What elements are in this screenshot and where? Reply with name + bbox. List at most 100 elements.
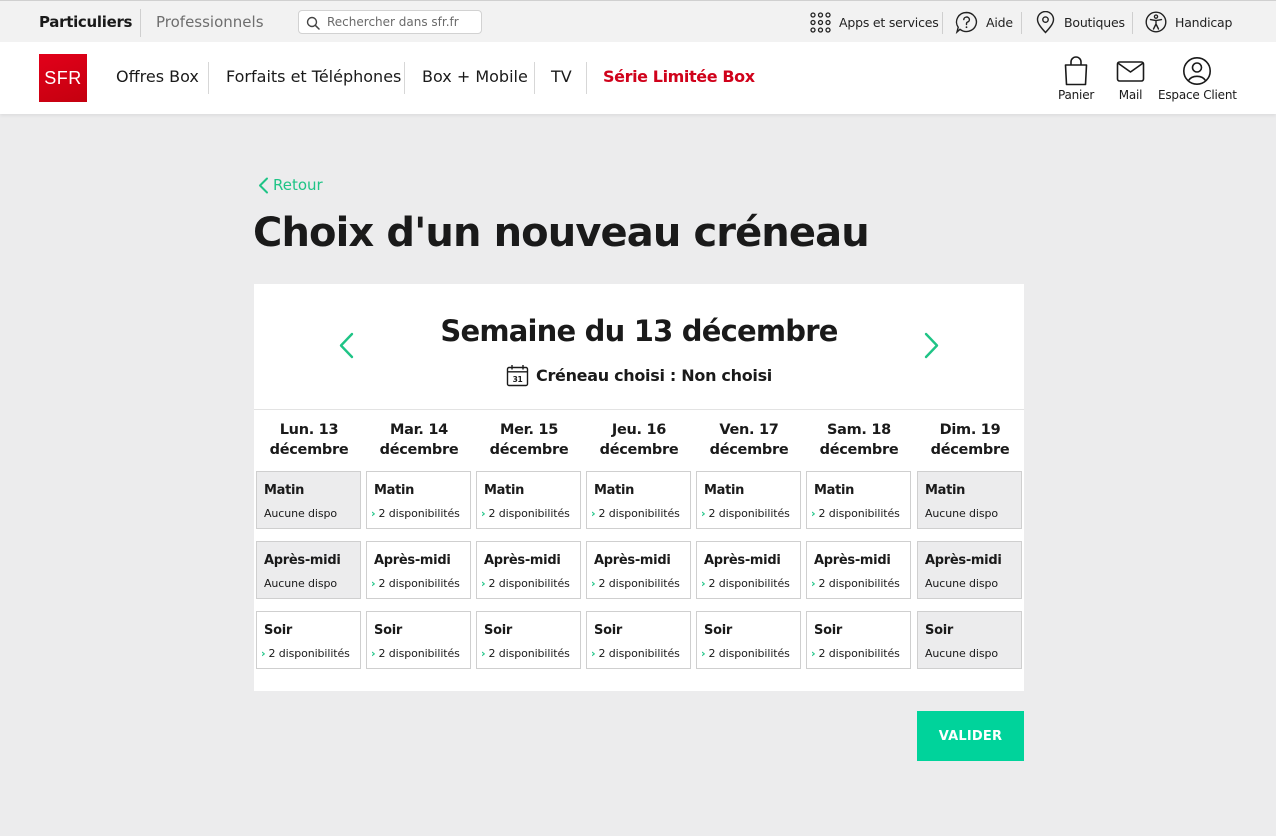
shopping-bag-icon: [1064, 56, 1088, 86]
slot-availability-text: 2 disponibilités: [488, 577, 570, 590]
slot-availability-text: 2 disponibilités: [268, 647, 350, 660]
chevron-right-icon: [924, 332, 939, 359]
segment-professionnels[interactable]: Professionnels: [156, 13, 264, 31]
slot-cell[interactable]: Matin › 2 disponibilités: [476, 471, 581, 529]
day-month: décembre: [819, 442, 899, 458]
week-title: Semaine du 13 décembre: [440, 314, 838, 348]
slot-cell[interactable]: Matin › 2 disponibilités: [366, 471, 471, 529]
segment-particuliers[interactable]: Particuliers: [39, 13, 132, 31]
slot-availability: › 2 disponibilités: [701, 647, 790, 660]
chevron-right-icon: ›: [371, 507, 376, 520]
slot-cell[interactable]: Soir › 2 disponibilités: [586, 611, 691, 669]
day-name: Lun. 13: [279, 422, 339, 438]
slot-availability-text: Aucune dispo: [264, 577, 338, 590]
chevron-right-icon: ›: [591, 577, 596, 590]
slot-availability-text: 2 disponibilités: [488, 507, 570, 520]
nav-item-serie-limitee-box[interactable]: Série Limitée Box: [603, 67, 755, 87]
slot-period-label: Après-midi: [925, 553, 1002, 568]
nav-item-box-mobile[interactable]: Box + Mobile: [422, 67, 528, 87]
slot-availability-text: 2 disponibilités: [708, 577, 790, 590]
day-header: Lun. 13 décembre: [256, 420, 362, 460]
slot-cell[interactable]: Après-midi › 2 disponibilités: [696, 541, 801, 599]
nav-item-tv[interactable]: TV: [551, 67, 572, 87]
account-label: Espace Client: [1158, 88, 1237, 102]
chevron-right-icon: ›: [811, 647, 816, 660]
apps-services-link[interactable]: Apps et services: [810, 1, 939, 43]
next-week-button[interactable]: [924, 332, 940, 363]
segment-divider: [140, 9, 141, 37]
cart-link[interactable]: Panier: [1058, 56, 1094, 102]
slot-cell[interactable]: Après-midi › 2 disponibilités: [806, 541, 911, 599]
slot-cell: Après-midi Aucune dispo: [917, 541, 1022, 599]
slot-period-label: Soir: [374, 623, 402, 638]
nav-item-offres-box[interactable]: Offres Box: [116, 67, 199, 87]
chevron-right-icon: ›: [481, 507, 486, 520]
slot-period-label: Matin: [264, 483, 305, 498]
slot-cell[interactable]: Soir › 2 disponibilités: [256, 611, 361, 669]
day-header: Mar. 14 décembre: [366, 420, 472, 460]
slot-availability-text: 2 disponibilités: [598, 577, 680, 590]
help-icon: [955, 11, 978, 34]
slot-availability: Aucune dispo: [264, 577, 337, 590]
slot-availability-text: 2 disponibilités: [818, 507, 900, 520]
slot-period-label: Après-midi: [374, 553, 451, 568]
slot-availability-text: 2 disponibilités: [598, 647, 680, 660]
slot-period-label: Après-midi: [264, 553, 341, 568]
slot-cell[interactable]: Après-midi › 2 disponibilités: [476, 541, 581, 599]
day-name: Jeu. 16: [611, 422, 667, 438]
slot-availability: › 2 disponibilités: [701, 577, 790, 590]
slot-availability: Aucune dispo: [925, 507, 998, 520]
slot-cell[interactable]: Après-midi › 2 disponibilités: [586, 541, 691, 599]
day-header: Dim. 19 décembre: [917, 420, 1023, 460]
slot-availability: › 2 disponibilités: [591, 647, 680, 660]
slot-cell[interactable]: Soir › 2 disponibilités: [696, 611, 801, 669]
slot-cell: Après-midi Aucune dispo: [256, 541, 361, 599]
slot-period-label: Soir: [594, 623, 622, 638]
slot-cell[interactable]: Soir › 2 disponibilités: [476, 611, 581, 669]
search-input[interactable]: [327, 13, 477, 31]
validate-button[interactable]: VALIDER: [917, 711, 1024, 761]
calendar-day-number: 31: [513, 375, 523, 384]
sfr-logo[interactable]: SFR: [39, 54, 87, 102]
mail-link[interactable]: Mail: [1116, 56, 1145, 102]
slot-cell: Matin Aucune dispo: [256, 471, 361, 529]
slot-cell[interactable]: Après-midi › 2 disponibilités: [366, 541, 471, 599]
account-link[interactable]: Espace Client: [1158, 56, 1237, 102]
slot-cell[interactable]: Soir › 2 disponibilités: [806, 611, 911, 669]
apps-grid-icon: [810, 11, 831, 33]
slot-picker-card: Semaine du 13 décembre 31 Créneau choisi…: [254, 284, 1024, 691]
slot-period-label: Matin: [374, 483, 415, 498]
cart-label: Panier: [1058, 88, 1095, 102]
chevron-right-icon: ›: [261, 647, 266, 660]
chevron-right-icon: ›: [811, 507, 816, 520]
nav-item-forfaits-telephones[interactable]: Forfaits et Téléphones: [226, 67, 401, 87]
slot-cell[interactable]: Soir › 2 disponibilités: [366, 611, 471, 669]
shops-link[interactable]: Boutiques: [1035, 1, 1125, 43]
slot-period-label: Après-midi: [484, 553, 561, 568]
back-label: Retour: [273, 176, 323, 194]
user-account-icon: [1183, 57, 1212, 85]
slot-cell[interactable]: Matin › 2 disponibilités: [806, 471, 911, 529]
search-box[interactable]: [298, 10, 482, 34]
calendar-icon: 31: [506, 365, 529, 387]
slot-availability-text: 2 disponibilités: [708, 647, 790, 660]
chevron-right-icon: ›: [591, 507, 596, 520]
accessibility-icon: [1145, 11, 1167, 33]
handicap-label: Handicap: [1175, 14, 1233, 30]
shops-label: Boutiques: [1064, 14, 1125, 30]
slot-cell[interactable]: Matin › 2 disponibilités: [696, 471, 801, 529]
chevron-right-icon: ›: [811, 577, 816, 590]
slot-period-label: Matin: [814, 483, 855, 498]
slot-availability-text: 2 disponibilités: [488, 647, 570, 660]
help-link[interactable]: Aide: [955, 1, 1013, 43]
back-link[interactable]: Retour: [258, 176, 323, 194]
slot-period-label: Soir: [814, 623, 842, 638]
slot-cell[interactable]: Matin › 2 disponibilités: [586, 471, 691, 529]
slot-cell: Matin Aucune dispo: [917, 471, 1022, 529]
handicap-link[interactable]: Handicap: [1145, 1, 1232, 43]
slot-availability: › 2 disponibilités: [481, 647, 570, 660]
slot-availability: › 2 disponibilités: [481, 507, 570, 520]
week-header: Semaine du 13 décembre 31 Créneau choisi…: [254, 284, 1024, 410]
day-month: décembre: [269, 442, 349, 458]
slot-period-label: Après-midi: [814, 553, 891, 568]
